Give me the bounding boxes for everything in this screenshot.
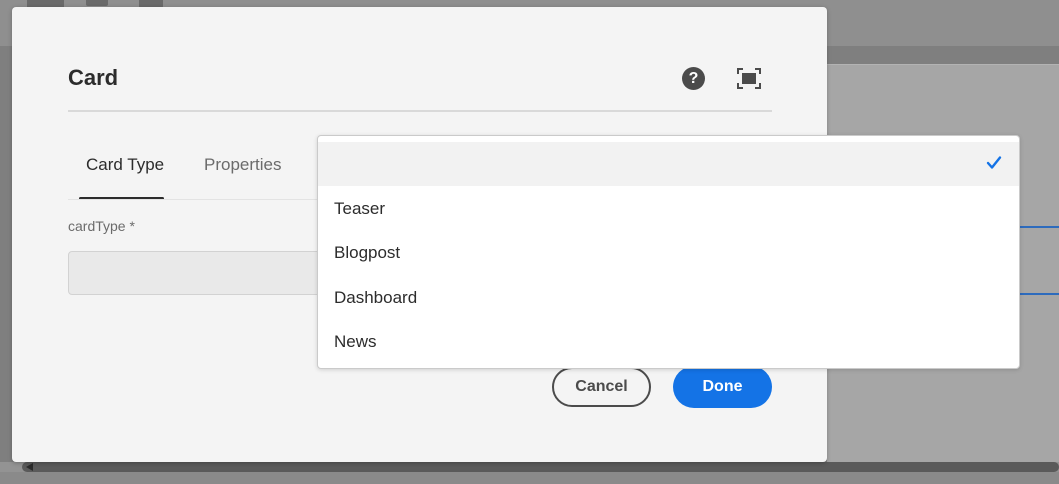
- help-icon[interactable]: ?: [682, 67, 705, 90]
- tab-properties[interactable]: Properties: [204, 155, 281, 201]
- dropdown-option-empty[interactable]: [318, 142, 1019, 186]
- dialog-title: Card: [68, 65, 119, 90]
- dropdown-option-dashboard[interactable]: Dashboard: [318, 276, 1019, 320]
- dropdown-option-blogpost[interactable]: Blogpost: [318, 231, 1019, 275]
- dropdown-option-teaser[interactable]: Teaser: [318, 187, 1019, 231]
- horizontal-scrollbar[interactable]: [22, 462, 1059, 472]
- background-selection-line: [1020, 226, 1059, 228]
- checkmark-icon: [986, 156, 1002, 169]
- scroll-left-arrow-icon[interactable]: [26, 463, 33, 471]
- card-type-dropdown: Teaser Blogpost Dashboard News: [317, 135, 1020, 369]
- card-type-label: cardType *: [68, 218, 135, 234]
- tabs-divider: [68, 199, 318, 200]
- title-divider: [68, 110, 772, 112]
- background-selection-line: [1020, 293, 1059, 295]
- card-type-select[interactable]: [68, 251, 328, 295]
- cancel-button[interactable]: Cancel: [552, 367, 651, 407]
- background-footer: [0, 472, 1059, 484]
- tab-list: Card Type Properties: [68, 155, 328, 201]
- background-tool-icon: [86, 0, 108, 6]
- done-button[interactable]: Done: [673, 366, 772, 408]
- fullscreen-icon[interactable]: [737, 68, 761, 89]
- dropdown-option-news[interactable]: News: [318, 320, 1019, 364]
- tab-card-type[interactable]: Card Type: [86, 155, 164, 201]
